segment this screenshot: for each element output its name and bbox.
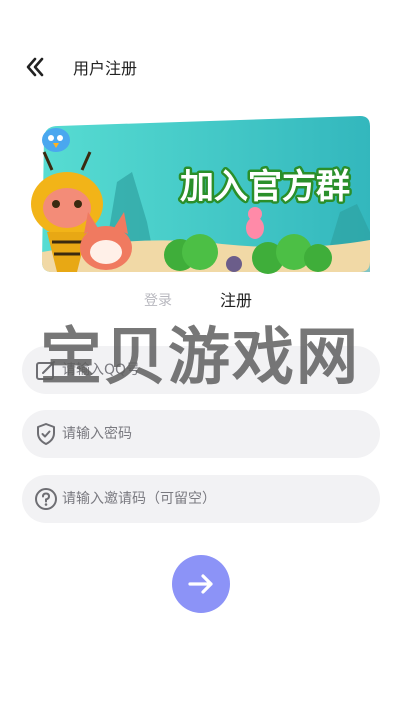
back-button[interactable]: [24, 54, 50, 80]
edit-icon: [36, 361, 55, 380]
shield-icon: [37, 423, 55, 445]
password-input[interactable]: [62, 410, 362, 458]
password-field[interactable]: [22, 410, 380, 458]
qq-number-field[interactable]: [22, 346, 380, 394]
header: 用户注册: [0, 52, 402, 80]
invite-code-input[interactable]: [62, 475, 362, 523]
auth-tabs: 登录 注册: [0, 287, 402, 311]
tab-login[interactable]: 登录: [144, 290, 172, 310]
invite-code-field[interactable]: [22, 475, 380, 523]
chevron-left-icon: [26, 57, 44, 77]
tab-register[interactable]: 注册: [220, 287, 252, 311]
page-title: 用户注册: [73, 59, 138, 78]
banner-text: 加入官方群: [180, 167, 350, 207]
submit-button[interactable]: [172, 555, 230, 613]
arrow-right-icon: [188, 574, 213, 594]
banner-join-official-group[interactable]: 加入官方群: [22, 112, 372, 274]
help-icon: [35, 488, 57, 510]
qq-number-input[interactable]: [62, 346, 362, 394]
